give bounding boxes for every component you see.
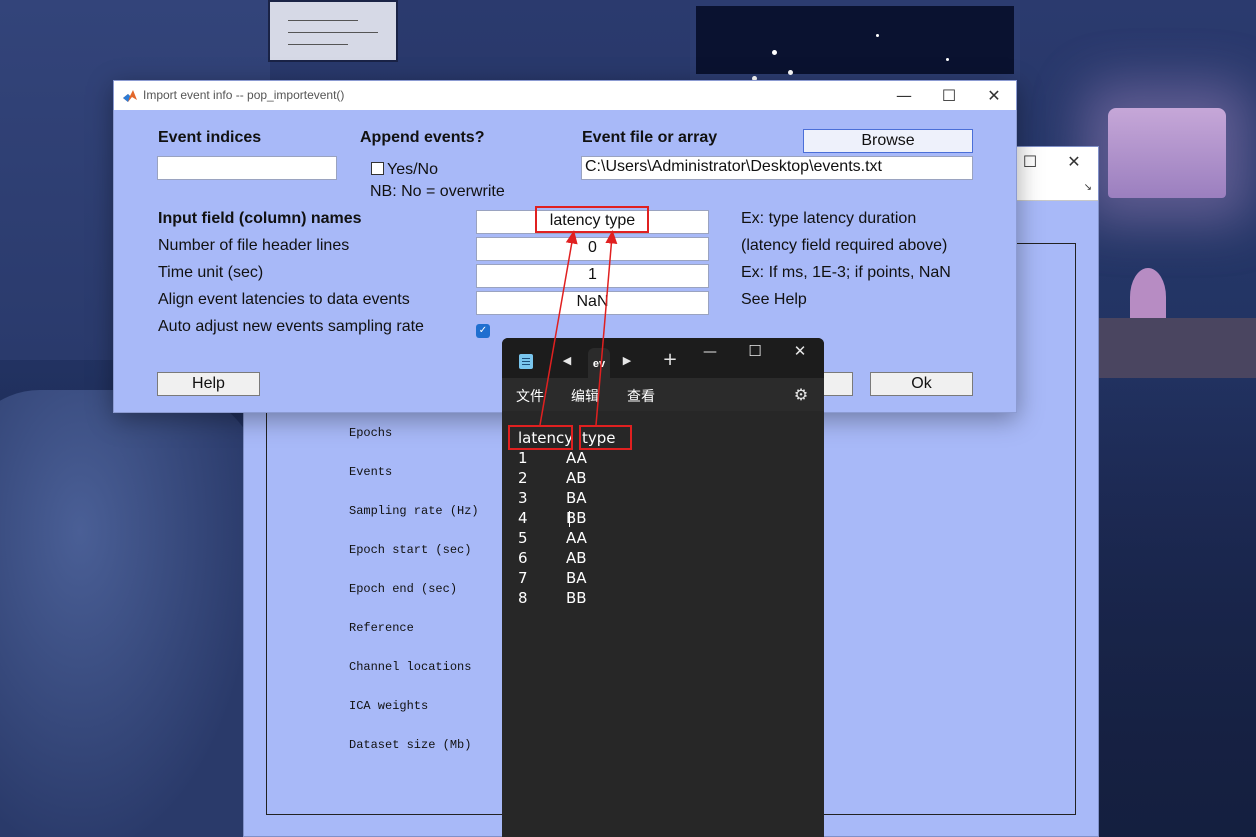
chevron-right-icon[interactable]: ▶ <box>620 354 634 367</box>
append-events-label: Append events? <box>360 129 485 146</box>
header-lines-label: Number of file header lines <box>158 237 350 254</box>
header-lines-hint: (latency field required above) <box>741 237 948 254</box>
notepad-tabbar: ◀ ev ▶ + — ☐ ✕ <box>502 338 824 378</box>
event-file-label: Event file or array <box>582 129 718 146</box>
field-epoch-end: Epoch end (sec) <box>349 582 458 596</box>
help-button[interactable]: Help <box>157 372 260 396</box>
checkmark-icon: ✓ <box>478 325 488 336</box>
text-line: 1 AA <box>518 449 587 467</box>
time-unit-label: Time unit (sec) <box>158 264 264 281</box>
field-reference: Reference <box>349 621 414 635</box>
notepad-menubar: 文件 编辑 查看 ⚙ <box>502 378 824 411</box>
align-latencies-hint: See Help <box>741 291 807 308</box>
auto-adjust-label: Auto adjust new events sampling rate <box>158 318 424 335</box>
maximize-icon[interactable]: ☐ <box>745 342 765 360</box>
highlight-latency-header <box>508 425 573 450</box>
minimize-icon[interactable]: — <box>700 344 720 360</box>
plus-icon[interactable]: + <box>660 351 680 369</box>
notepad-tab-events[interactable]: ev <box>588 348 610 378</box>
wallpaper-poster <box>268 0 398 62</box>
maximize-icon[interactable]: ☐ <box>937 85 961 107</box>
event-indices-label: Event indices <box>158 129 262 146</box>
wallpaper-night-window <box>690 0 1020 81</box>
field-names-label: Input field (column) names <box>158 210 362 227</box>
field-sampling-rate: Sampling rate (Hz) <box>349 504 479 518</box>
append-note: NB: No = overwrite <box>370 183 505 200</box>
highlight-field-names <box>535 206 649 233</box>
text-line: 4 BB <box>518 509 587 527</box>
dialog-titlebar: Import event info -- pop_importevent() —… <box>114 81 1016 110</box>
text-line: 8 BB <box>518 589 587 607</box>
field-ica-weights: ICA weights <box>349 699 429 713</box>
align-latencies-input[interactable]: NaN <box>476 291 709 315</box>
browse-button[interactable]: Browse <box>803 129 973 153</box>
time-unit-input[interactable]: 1 <box>476 264 709 288</box>
field-epoch-start: Epoch start (sec) <box>349 543 472 557</box>
close-icon[interactable]: ✕ <box>982 85 1006 107</box>
menu-file[interactable]: 文件 <box>516 386 544 406</box>
text-line: 2 AB <box>518 469 587 487</box>
header-lines-input[interactable]: 0 <box>476 237 709 261</box>
cancel-button[interactable] <box>819 372 853 396</box>
auto-adjust-checkbox[interactable]: ✓ <box>476 324 490 338</box>
text-line: 5 AA <box>518 529 587 547</box>
notepad-icon <box>519 354 533 369</box>
wallpaper-lamp-shade <box>1108 108 1226 198</box>
ok-button[interactable]: Ok <box>870 372 973 396</box>
menu-view[interactable]: 查看 <box>627 386 655 406</box>
chevron-left-icon[interactable]: ◀ <box>560 354 574 367</box>
time-unit-hint: Ex: If ms, 1E-3; if points, NaN <box>741 264 951 281</box>
menu-edit[interactable]: 编辑 <box>571 386 599 406</box>
settings-gear-icon[interactable]: ⚙ <box>792 385 810 404</box>
text-line: 7 BA <box>518 569 587 587</box>
wallpaper-sofa <box>0 390 260 837</box>
append-checkbox-label: Yes/No <box>387 161 438 178</box>
text-caret <box>569 511 570 527</box>
close-icon[interactable]: ✕ <box>790 342 810 360</box>
append-events-checkbox[interactable] <box>371 162 384 175</box>
dialog-title: Import event info -- pop_importevent() <box>143 88 345 102</box>
field-channel-locations: Channel locations <box>349 660 472 674</box>
field-names-hint: Ex: type latency duration <box>741 210 917 227</box>
highlight-type-header <box>579 425 632 450</box>
field-events: Events <box>349 465 393 479</box>
text-line: 6 AB <box>518 549 587 567</box>
field-epochs: Epochs <box>349 426 393 440</box>
wallpaper-desk <box>1098 318 1256 378</box>
notepad-window: ◀ ev ▶ + — ☐ ✕ 文件 编辑 查看 ⚙ latency type 1… <box>502 338 824 837</box>
close-icon[interactable]: ✕ <box>1064 152 1084 172</box>
event-indices-input[interactable] <box>157 156 337 180</box>
maximize-icon[interactable]: ☐ <box>1020 152 1040 172</box>
minimize-icon[interactable]: — <box>892 85 916 107</box>
event-file-input[interactable]: C:\Users\Administrator\Desktop\events.tx… <box>581 156 973 180</box>
text-line: 3 BA <box>518 489 587 507</box>
matlab-icon <box>123 90 137 102</box>
menu-overflow-icon[interactable]: ↘ <box>1084 182 1092 193</box>
align-latencies-label: Align event latencies to data events <box>158 291 410 308</box>
notepad-text-area[interactable]: latency type 1 AA 2 AB 3 BA 4 BB 5 AA 6 AB 7 BA… <box>502 411 824 837</box>
field-dataset-size: Dataset size (Mb) <box>349 738 472 752</box>
